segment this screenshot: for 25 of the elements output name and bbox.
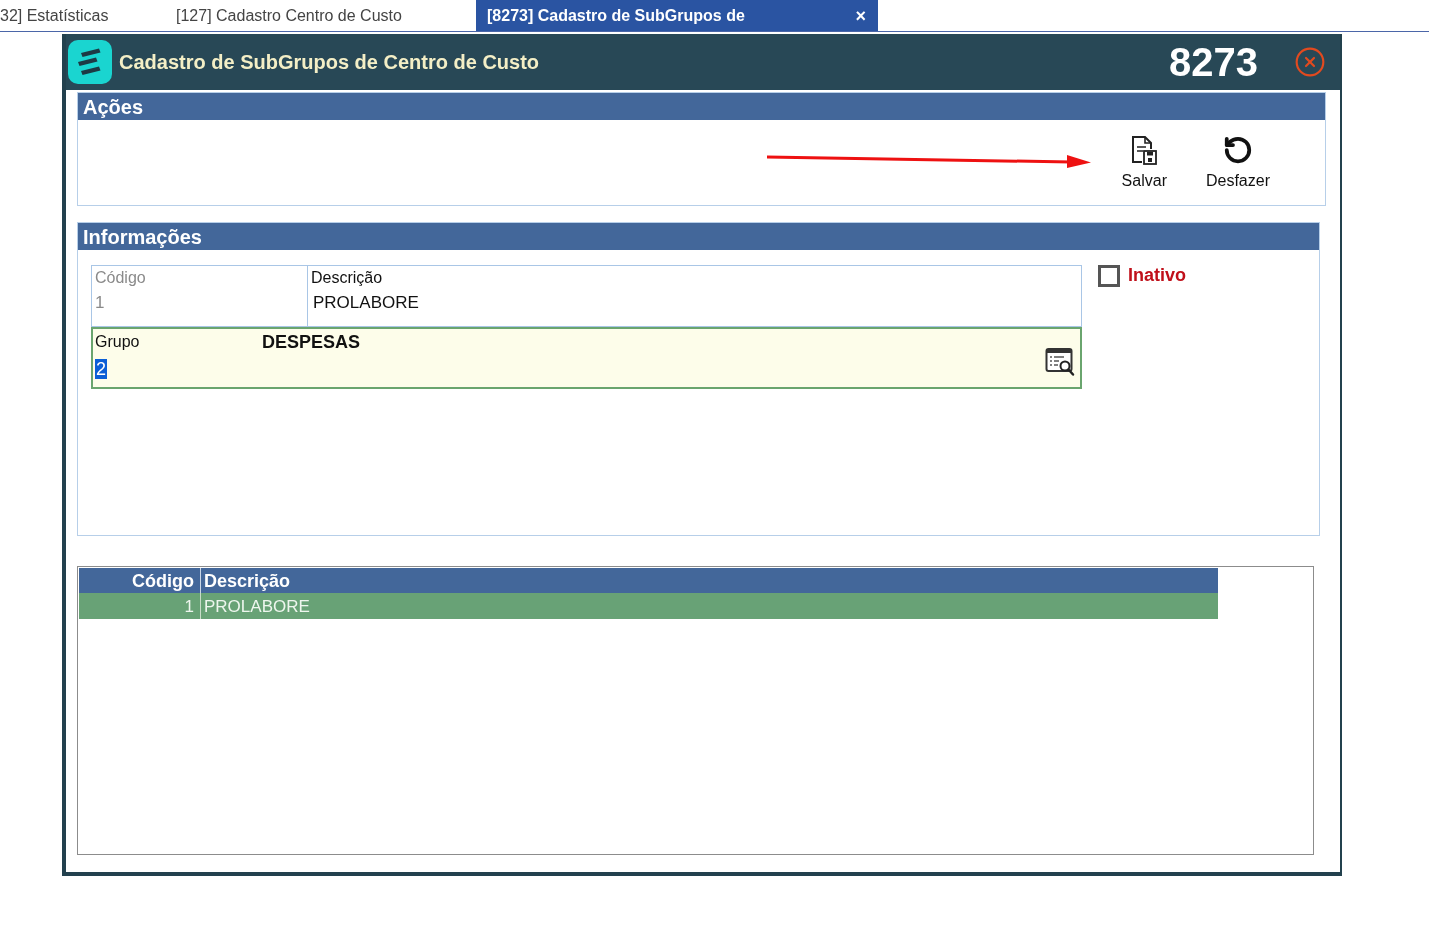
- table-cell: PROLABORE: [204, 597, 310, 615]
- undo-button[interactable]: Desfazer: [1199, 135, 1276, 191]
- input-field[interactable]: PROLABORE: [311, 292, 1081, 314]
- record-number: 8273: [1169, 42, 1258, 82]
- tab[interactable]: [8273] Cadastro de SubGrupos de ×: [476, 0, 878, 31]
- column-header[interactable]: Descrição: [204, 571, 291, 590]
- table-cell: 1: [184, 597, 194, 615]
- group-name: DESPESAS: [262, 332, 361, 352]
- close-tab-button[interactable]: ×: [855, 6, 866, 25]
- document-disk-icon: [1131, 135, 1158, 165]
- list-search-icon[interactable]: [1045, 347, 1075, 377]
- column-header[interactable]: Código: [132, 571, 194, 590]
- panel-title: Informações: [83, 226, 202, 247]
- panel-title: Ações: [83, 96, 144, 117]
- field-label: Código: [95, 268, 146, 288]
- logo-icon: [68, 40, 112, 84]
- checkbox[interactable]: [1098, 264, 1120, 287]
- field-label: Descrição: [311, 268, 383, 288]
- input-field[interactable]: 2: [95, 357, 107, 381]
- arrow-icon: [767, 152, 1091, 168]
- undo-icon: [1223, 135, 1253, 165]
- field-label: Grupo: [95, 333, 140, 350]
- window-title: Cadastro de SubGrupos de Centro de Custo: [119, 50, 540, 75]
- save-button[interactable]: Salvar: [1115, 135, 1173, 191]
- checkbox-label: Inativo: [1128, 264, 1186, 287]
